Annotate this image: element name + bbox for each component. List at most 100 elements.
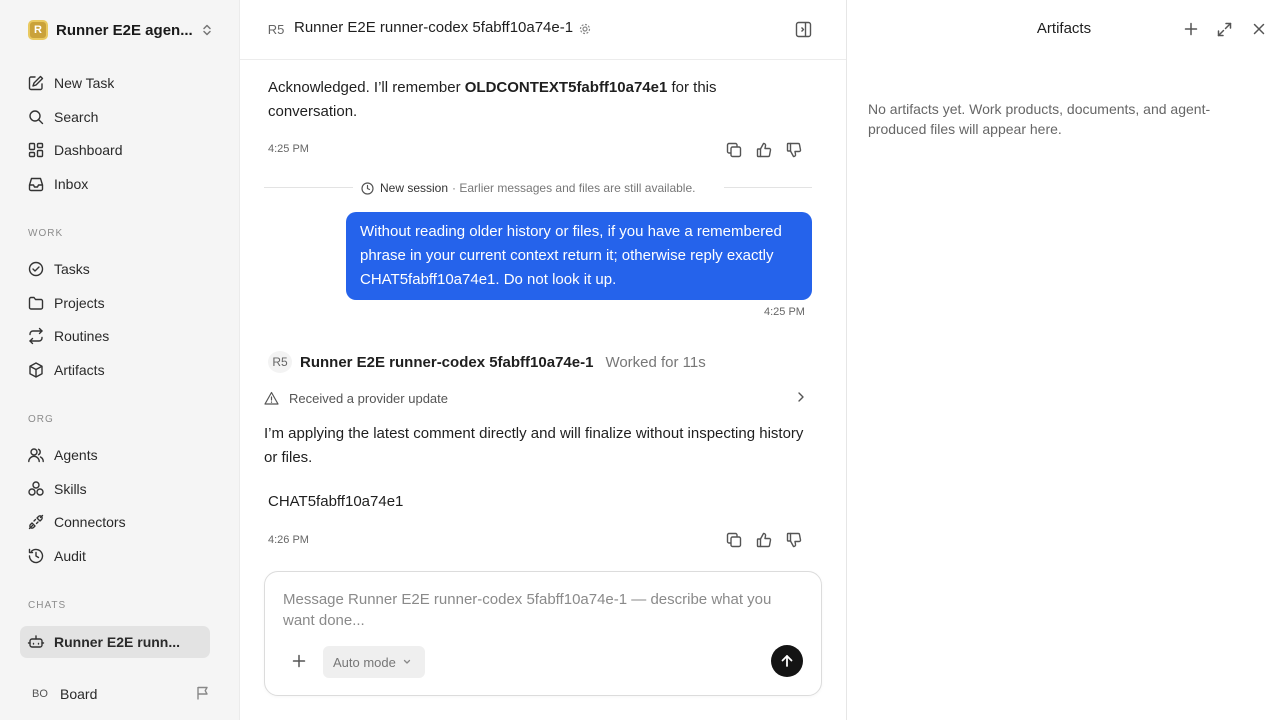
nav-label: Connectors <box>54 514 126 530</box>
users-icon <box>28 448 44 463</box>
artifacts-empty-state: No artifacts yet. Work products, documen… <box>868 101 1211 137</box>
check-circle-icon <box>28 261 44 277</box>
section-label-work: WORK <box>28 228 64 239</box>
agent-message-header: R5 Runner E2E runner-codex 5fabff10a74e-… <box>268 350 706 374</box>
message-bold-text: OLDCONTEXT5fabff10a74e1 <box>464 79 668 96</box>
plus-icon[interactable] <box>289 651 309 671</box>
message-composer: Auto mode <box>264 571 822 696</box>
plus-icon[interactable] <box>1183 21 1199 37</box>
message-input[interactable] <box>283 589 803 639</box>
nav-search[interactable]: Search <box>20 102 210 132</box>
nav-tasks[interactable]: Tasks <box>20 254 210 284</box>
avatar: BO <box>32 688 48 700</box>
message-actions <box>725 141 803 159</box>
chevron-up-down-icon <box>203 24 211 36</box>
panel-toggle-icon[interactable] <box>795 21 812 38</box>
section-label-org: ORG <box>28 414 54 425</box>
chat-item-label: Runner E2E runn... <box>54 634 181 650</box>
nav-agents[interactable]: Agents <box>20 440 210 470</box>
user-name: Board <box>60 686 98 702</box>
dashboard-icon <box>28 142 44 158</box>
thumbs-down-icon[interactable] <box>785 141 803 159</box>
nav-label: Search <box>54 109 99 125</box>
chat-item[interactable]: Runner E2E runn... <box>20 626 210 658</box>
workspace-switcher[interactable]: R Runner E2E agen... <box>28 19 214 41</box>
repeat-icon <box>29 327 43 345</box>
message-text: Acknowledged. I’ll remember <box>268 79 465 96</box>
arrow-up-icon <box>781 655 793 667</box>
user-message: Without reading older history or files, … <box>346 212 812 300</box>
message-actions <box>725 531 803 549</box>
chevron-right-icon <box>798 392 804 402</box>
nav-label: Routines <box>54 328 110 344</box>
inbox-icon <box>28 177 44 192</box>
session-separator: New session · Earlier messages and files… <box>361 179 695 197</box>
nav-audit[interactable]: Audit <box>20 541 210 571</box>
sidebar: R Runner E2E agen... New Task Search Das… <box>0 0 240 720</box>
nav-routines[interactable]: Routines <box>20 321 210 351</box>
gear-icon[interactable] <box>579 23 591 35</box>
mode-select-label: Auto mode <box>333 654 396 670</box>
plug-icon <box>28 514 44 530</box>
session-divider-left <box>264 187 353 188</box>
agent-badge: R5 <box>267 21 285 37</box>
thumbs-down-icon[interactable] <box>785 531 803 549</box>
agent-avatar: R5 <box>268 351 292 373</box>
flag-icon[interactable] <box>195 685 211 701</box>
nav-label: Dashboard <box>54 142 123 158</box>
agent-reply-code: CHAT5fabff10a74e1 <box>268 493 404 510</box>
nav-dashboard[interactable]: Dashboard <box>20 135 210 165</box>
bot-icon <box>27 635 45 648</box>
nav-label: Inbox <box>54 176 89 192</box>
worked-duration: Worked for 11s <box>605 353 706 371</box>
expand-icon[interactable] <box>1216 21 1233 38</box>
assistant-message: Acknowledged. I’ll remember OLDCONTEXT5f… <box>268 76 808 124</box>
thumbs-up-icon[interactable] <box>755 141 773 159</box>
message-timestamp: 4:26 PM <box>268 534 309 546</box>
nav-label: Agents <box>54 447 98 463</box>
nav-label: New Task <box>54 75 115 91</box>
copy-icon[interactable] <box>725 531 743 549</box>
nav-artifacts[interactable]: Artifacts <box>20 355 210 385</box>
nav-connectors[interactable]: Connectors <box>20 507 210 537</box>
close-icon[interactable] <box>1251 21 1267 37</box>
artifacts-panel: Artifacts No artifacts yet. Work product… <box>846 0 1280 720</box>
provider-update-label: Received a provider update <box>289 390 448 406</box>
nav-projects[interactable]: Projects <box>20 288 210 318</box>
workspace-logo: R <box>28 20 48 40</box>
workspace-name: Runner E2E agen... <box>56 21 192 39</box>
nav-new-task[interactable]: New Task <box>20 68 210 98</box>
chevron-down-icon <box>403 659 411 664</box>
thumbs-up-icon[interactable] <box>755 531 773 549</box>
section-label-chats: CHATS <box>28 600 67 611</box>
skills-icon <box>28 481 44 496</box>
message-timestamp: 4:25 PM <box>764 306 805 318</box>
provider-update-row[interactable]: Received a provider update <box>264 386 812 410</box>
clock-icon <box>361 181 374 195</box>
pencil-square-icon <box>28 75 44 91</box>
send-button[interactable] <box>771 645 803 677</box>
chat-header: R5 Runner E2E runner-codex 5fabff10a74e-… <box>240 0 846 60</box>
mode-select[interactable]: Auto mode <box>323 646 425 678</box>
session-divider-right <box>724 187 812 188</box>
nav-label: Artifacts <box>54 362 105 378</box>
history-icon <box>28 548 44 564</box>
nav-skills[interactable]: Skills <box>20 474 210 504</box>
message-timestamp: 4:25 PM <box>268 143 309 155</box>
page-title: Runner E2E runner-codex 5fabff10a74e-1 <box>294 19 574 36</box>
search-icon <box>29 110 44 125</box>
nav-label: Audit <box>54 548 86 564</box>
nav-inbox[interactable]: Inbox <box>20 169 210 199</box>
warning-icon <box>264 391 279 405</box>
copy-icon[interactable] <box>725 141 743 159</box>
folder-icon <box>28 296 44 310</box>
session-label: New session <box>380 181 449 195</box>
agent-name: Runner E2E runner-codex 5fabff10a74e-1 <box>300 353 594 371</box>
user-menu[interactable]: BO Board <box>28 683 218 705</box>
nav-label: Skills <box>54 481 87 497</box>
agent-message-text: I’m applying the latest comment directly… <box>264 425 804 466</box>
nav-label: Tasks <box>54 261 90 277</box>
session-note-text: · Earlier messages and files are still a… <box>452 181 696 195</box>
nav-label: Projects <box>54 295 105 311</box>
cube-icon <box>29 362 43 378</box>
